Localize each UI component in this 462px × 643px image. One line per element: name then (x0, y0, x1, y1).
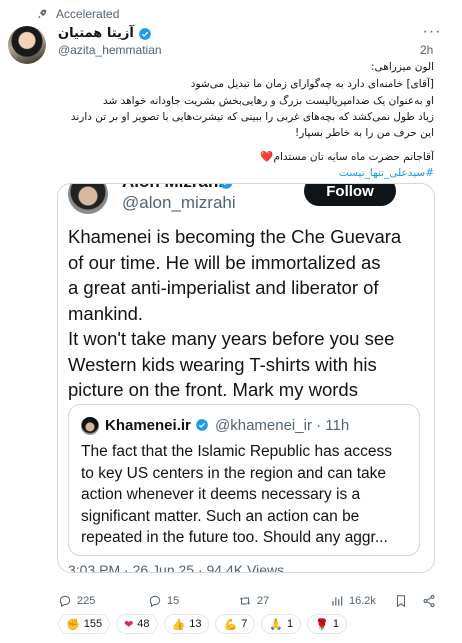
quoted-tweet: Khamenei.ir @khamenei_ir · 11h The fact … (68, 404, 420, 556)
embedded-line: mankind. (68, 302, 144, 324)
reaction-count: 1 (332, 618, 339, 630)
action-bar: 225 15 27 16.2k (58, 592, 438, 610)
quoted-line: The fact that the Islamic Republic has a… (81, 443, 393, 460)
quoted-author-name: Khamenei.ir (105, 417, 191, 434)
repost-icon (239, 597, 251, 605)
accelerated-text: Accelerated (56, 7, 120, 21)
tweet-line-4: زیاد طول نمی‌کشد که بچه‌های غربی را ببین… (70, 111, 434, 123)
retweet-button[interactable]: 15 (148, 594, 179, 608)
embedded-author-handle: @alon_mizrahi (122, 193, 236, 212)
embedded-line: Western kids wearing T-shirts with his (68, 353, 377, 375)
bookmark-icon (396, 595, 406, 608)
embedded-footer: 3:03 PM · 26 Jun 25 · 94.4K Views (68, 562, 285, 573)
tweet-line-2: [آقای] خامنه‌ای دارد به چه‌گوارای زمان م… (190, 78, 434, 90)
embedded-body: Khamenei is becoming the Che Guevara of … (68, 224, 428, 403)
quoted-avatar (81, 417, 99, 435)
author-name-row[interactable]: آزیتا همتیان (58, 26, 152, 41)
rose-icon: 🌹 (315, 617, 329, 631)
reaction-muscle[interactable]: 💪 7 (215, 614, 256, 634)
views-button[interactable]: 16.2k (330, 594, 376, 608)
tweet-time[interactable]: 2h (420, 43, 433, 57)
embedded-line: It won't take many years before you see (68, 328, 395, 349)
thumbs-up-icon: 👍 (171, 617, 186, 631)
embedded-author-name: Alon Mizrahi (122, 184, 223, 192)
share-button[interactable] (422, 594, 436, 608)
heart-emoji: ❤️ (260, 151, 274, 163)
reply-button[interactable]: 225 (58, 594, 95, 608)
tweet-line-1: الون میزراهی: (371, 61, 434, 73)
retweet-count: 15 (167, 595, 180, 607)
quoted-line: repeated in the future too. Should any a… (81, 529, 388, 546)
heart-icon: ❤ (124, 617, 134, 631)
hashtag-link[interactable]: #سیدعلی_تنها_نیست (22, 166, 434, 182)
reply-count: 225 (77, 595, 96, 607)
embedded-avatar (68, 184, 108, 214)
quoted-handle-time: @khamenei_ir · 11h (215, 417, 350, 434)
quoted-line: action whenever it deems necessary is a (81, 486, 361, 503)
views-bar-chart-icon (332, 596, 343, 606)
tweet-closing-text: آقاجانم حضرت ماه سایه تان مستدام (273, 151, 435, 163)
reply-bubble-icon (149, 595, 161, 608)
avatar[interactable] (8, 26, 46, 64)
reaction-thumbs-up[interactable]: 👍 13 (163, 614, 210, 634)
reply-icon (59, 595, 71, 608)
author-handle[interactable]: @azita_hemmatian (58, 43, 162, 57)
like-button[interactable]: 27 (238, 594, 269, 608)
reaction-count: 155 (83, 618, 103, 630)
quoted-line: significant matter. Such an action can b… (81, 507, 360, 525)
reaction-count: 48 (137, 618, 150, 630)
reaction-count: 1 (287, 618, 294, 630)
follow-button: Follow (304, 184, 396, 206)
embedded-line: picture on the front. Mark my words (68, 379, 358, 400)
reaction-count: 7 (241, 618, 248, 630)
quoted-line: to key US centers in the region and can … (81, 464, 387, 482)
quoted-body: The fact that the Islamic Republic has a… (81, 441, 411, 549)
embedded-tweet-image[interactable]: Alon Mizrahi @alon_mizrahi Follow Khamen… (57, 183, 435, 573)
reaction-fist[interactable]: ✊ 155 (58, 614, 111, 634)
embedded-line: of our time. He will be immortalized as (68, 251, 381, 273)
reaction-pray[interactable]: 🙏 1 (261, 614, 302, 634)
like-count: 27 (257, 595, 270, 607)
bookmark-button[interactable] (394, 594, 408, 608)
embedded-verified-icon (219, 184, 233, 189)
rocket-icon (38, 9, 47, 19)
tweet-line-3: او به‌عنوان یک ضدامپریالیست بزرگ و رهایی… (102, 95, 434, 107)
embedded-line: Khamenei is becoming the Che Guevara (68, 226, 402, 247)
author-name[interactable]: آزیتا همتیان (58, 26, 134, 41)
more-options-button[interactable]: ··· (420, 22, 444, 42)
raised-fist-icon: ✊ (66, 617, 80, 631)
folded-hands-icon: 🙏 (269, 617, 284, 631)
tweet-line-5: این حرف من را به خاطر بسپار! (295, 127, 434, 139)
reaction-heart[interactable]: ❤ 48 (116, 614, 158, 634)
share-icon (423, 594, 435, 608)
verified-badge-icon (139, 27, 151, 40)
views-count: 16.2k (349, 595, 376, 607)
quoted-verified-icon (196, 419, 208, 431)
flexed-biceps-icon: 💪 (223, 617, 238, 631)
reaction-rose[interactable]: 🌹 1 (307, 614, 347, 634)
embedded-line: a great anti-imperialist and liberator o… (68, 277, 379, 298)
tweet-closing-line: آقاجانم حضرت ماه سایه تان مستدام❤️ (22, 150, 434, 166)
reactions-row: ✊ 155 ❤ 48 👍 13 💪 7 🙏 1 🌹 1 (58, 614, 347, 636)
accelerated-label-row: Accelerated (36, 7, 119, 21)
reaction-count: 13 (189, 618, 202, 630)
